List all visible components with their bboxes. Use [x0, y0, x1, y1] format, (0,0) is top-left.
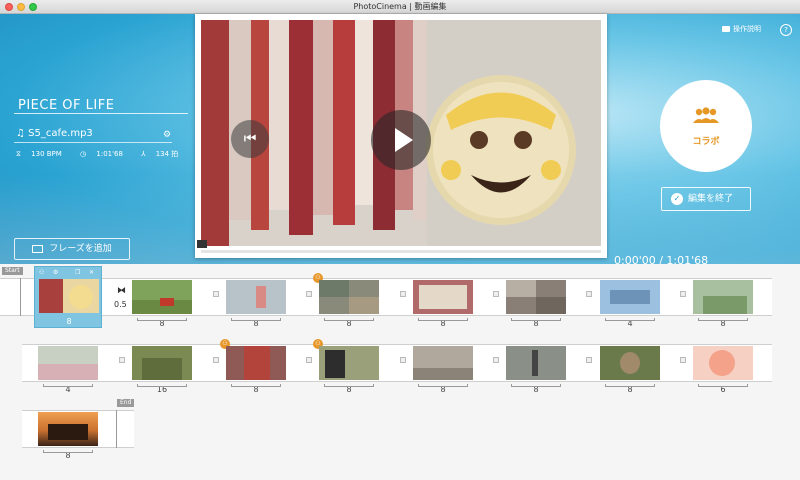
window-title: PhotoCinema | 動画編集	[353, 2, 447, 11]
transition-slot[interactable]	[306, 291, 312, 297]
collab-button[interactable]: コラボ	[660, 80, 752, 172]
window-titlebar: PhotoCinema | 動画編集	[0, 0, 800, 14]
clip-thumbnail[interactable]	[506, 280, 566, 314]
add-phrase-button[interactable]: フレーズを追加	[14, 238, 130, 260]
clock-icon: ◷	[80, 150, 87, 158]
selected-clip[interactable]: ⚇ ⚙ ❐ ✕ 8	[34, 266, 102, 328]
rewind-icon: ⏮	[243, 131, 257, 147]
clip-thumbnail[interactable]	[600, 280, 660, 314]
clip-thumbnail[interactable]	[226, 346, 286, 380]
transition-slot[interactable]	[213, 357, 219, 363]
timeline: Start ⚇ ⚙ ❐ ✕ 8 0.5 ⧓ 8 8 ⚇ 8 8 8 4 8 4	[0, 264, 800, 480]
transition-value[interactable]: 0.5	[114, 300, 127, 309]
people-icon	[693, 107, 719, 123]
clip-thumbnail[interactable]	[132, 346, 192, 380]
clip-beats: 8	[66, 317, 72, 326]
transition-icon[interactable]: ⧓	[117, 286, 126, 296]
clip-thumbnail[interactable]	[600, 346, 660, 380]
finish-editing-button[interactable]: ✓ 編集を終了	[661, 187, 751, 211]
transition-slot[interactable]	[586, 357, 592, 363]
transition-slot[interactable]	[493, 357, 499, 363]
end-marker: End	[117, 399, 135, 407]
video-preview: ⏮	[195, 14, 607, 258]
timecode: 0:00'00 / 1:01'68	[614, 254, 709, 264]
manual-link[interactable]: 操作説明	[722, 24, 761, 34]
music-note-icon: ♫	[16, 128, 29, 139]
play-button[interactable]	[371, 110, 431, 170]
metronome-icon: ⧖	[16, 150, 21, 158]
video-frame[interactable]: ⏮	[201, 20, 601, 246]
transition-slot[interactable]	[493, 291, 499, 297]
start-marker: Start	[2, 267, 23, 275]
clip-thumbnail[interactable]	[693, 280, 753, 314]
transition-slot[interactable]	[213, 291, 219, 297]
delete-icon[interactable]: ✕	[89, 269, 94, 276]
film-icon	[32, 244, 44, 253]
comment-icon[interactable]	[197, 240, 207, 248]
collab-small-icon[interactable]: ⚇	[39, 269, 44, 276]
clip-thumbnail[interactable]	[226, 280, 286, 314]
beat-icon: ⅄	[141, 150, 146, 158]
transition-slot[interactable]	[680, 291, 686, 297]
previous-button[interactable]: ⏮	[231, 120, 269, 158]
clip-thumbnail[interactable]	[319, 346, 379, 380]
copy-icon[interactable]: ❐	[75, 269, 80, 276]
clip-thumbnail[interactable]	[413, 280, 473, 314]
clip-thumbnail[interactable]	[693, 346, 753, 380]
play-icon	[395, 128, 413, 152]
music-stats: ⧖ 130 BPM ◷ 1:01'68 ⅄ 134 拍	[16, 150, 179, 158]
transition-slot[interactable]	[400, 357, 406, 363]
play-icon	[722, 26, 730, 32]
clip-thumbnail[interactable]	[38, 346, 98, 380]
clip-thumbnail[interactable]	[319, 280, 379, 314]
music-settings-icon[interactable]: ⚙	[163, 130, 171, 140]
clip-thumbnail[interactable]	[38, 412, 98, 446]
help-button[interactable]: ?	[780, 24, 792, 36]
settings-icon[interactable]: ⚙	[53, 269, 58, 276]
transition-slot[interactable]	[119, 357, 125, 363]
transition-slot[interactable]	[306, 357, 312, 363]
music-track[interactable]: ♫ S5_cafe.mp3	[16, 128, 93, 139]
playback-progress-bar[interactable]	[201, 250, 601, 253]
transition-slot[interactable]	[586, 291, 592, 297]
clip-thumbnail[interactable]	[506, 346, 566, 380]
clip-thumbnail[interactable]	[132, 280, 192, 314]
transition-slot[interactable]	[680, 357, 686, 363]
clip-thumbnail[interactable]	[413, 346, 473, 380]
check-icon: ✓	[671, 192, 683, 205]
transition-slot[interactable]	[400, 291, 406, 297]
clip-thumbnail	[39, 279, 99, 313]
project-title[interactable]: PIECE OF LIFE	[18, 98, 114, 113]
